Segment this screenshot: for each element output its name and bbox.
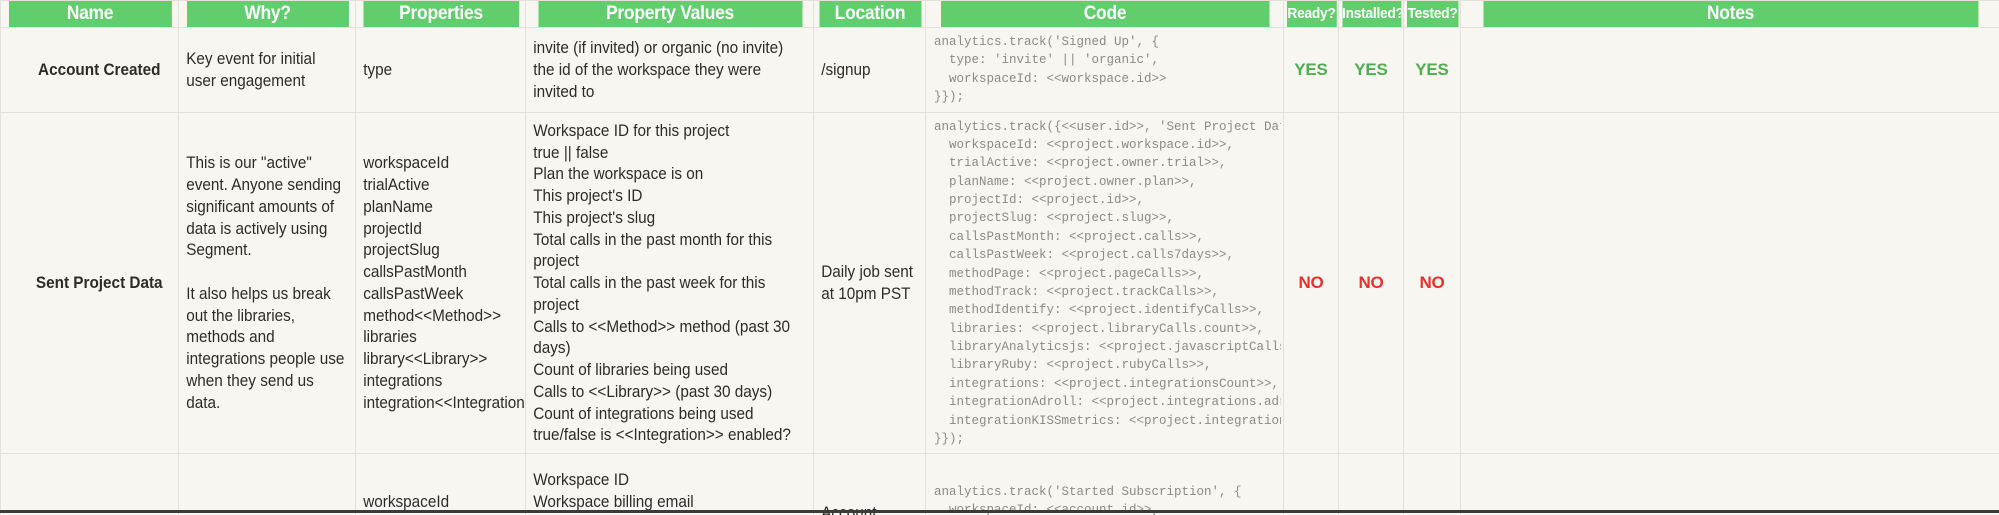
- table-header-row: Name Why? Properties Property Values Loc…: [1, 0, 1999, 28]
- cell-why[interactable]: This is our "active" event. Anyone sendi…: [178, 111, 356, 455]
- cell-ready[interactable]: NO: [1283, 111, 1339, 455]
- cell-notes[interactable]: [1460, 111, 1999, 455]
- column-header-installed[interactable]: Installed?: [1340, 0, 1402, 28]
- cell-notes[interactable]: [1460, 27, 1999, 113]
- cell-tested[interactable]: NO: [1403, 111, 1461, 455]
- code-snippet: analytics.track({<<user.id>>, 'Sent Proj…: [934, 119, 1281, 446]
- cell-location[interactable]: Daily job sent at 10pm PST: [813, 111, 926, 455]
- column-header-properties[interactable]: Properties: [361, 0, 520, 28]
- cell-code[interactable]: analytics.track({<<user.id>>, 'Sent Proj…: [925, 111, 1284, 455]
- notes-text: [1462, 279, 1999, 287]
- cell-tested[interactable]: YES: [1403, 27, 1461, 113]
- cell-location[interactable]: /signup: [813, 27, 926, 113]
- cell-tested[interactable]: NO: [1403, 453, 1461, 515]
- column-header-code[interactable]: Code: [939, 0, 1270, 28]
- cell-ready[interactable]: NO: [1283, 453, 1339, 515]
- property-values-text: Workspace ID Workspace billing email Pla…: [533, 470, 784, 515]
- event-tracking-plan-table: Name Why? Properties Property Values Loc…: [0, 0, 1999, 515]
- cell-properties[interactable]: type: [355, 27, 526, 113]
- notes-text: [1462, 66, 1999, 74]
- property-values-text: invite (if invited) or organic (no invit…: [533, 38, 784, 101]
- spreadsheet-canvas: Name Why? Properties Property Values Loc…: [0, 0, 1999, 515]
- cell-name[interactable]: Subscription Started: [0, 453, 179, 515]
- cell-code[interactable]: analytics.track('Signed Up', { type: 'in…: [925, 27, 1284, 113]
- cell-name[interactable]: Account Created: [0, 27, 179, 113]
- column-header-location[interactable]: Location: [817, 0, 922, 28]
- column-header-property-values[interactable]: Property Values: [536, 0, 803, 28]
- column-header-notes[interactable]: Notes: [1481, 0, 1979, 28]
- table-row[interactable]: Subscription Started Final step of activ…: [0, 453, 1999, 515]
- cell-notes[interactable]: [1460, 453, 1999, 515]
- table-row[interactable]: Sent Project Data This is our "active" e…: [0, 111, 1999, 455]
- location-text: Daily job sent at 10pm PST: [821, 262, 914, 303]
- column-header-why[interactable]: Why?: [185, 0, 349, 28]
- event-name-text: Account Created: [38, 59, 161, 79]
- why-text: Key event for initial user engagement: [186, 49, 316, 90]
- cell-property-values[interactable]: invite (if invited) or organic (no invit…: [525, 27, 814, 113]
- location-text: /signup: [821, 59, 871, 79]
- cell-installed[interactable]: NO: [1338, 111, 1404, 455]
- cell-code[interactable]: analytics.track('Started Subscription', …: [925, 453, 1284, 515]
- cell-location[interactable]: Account billing settings page controller…: [813, 453, 926, 515]
- table-row[interactable]: Account Created Key event for initial us…: [0, 27, 1999, 113]
- property-values-text: Workspace ID for this project true || fa…: [533, 120, 791, 445]
- table-body: Account Created Key event for initial us…: [0, 27, 1999, 515]
- column-header-name[interactable]: Name: [7, 0, 172, 28]
- bottom-edge-rule: [0, 510, 1999, 513]
- column-header-tested[interactable]: Tested?: [1405, 0, 1459, 28]
- cell-why[interactable]: Final step of activation funnel!: [178, 453, 356, 515]
- cell-installed[interactable]: YES: [1338, 27, 1404, 113]
- cell-properties[interactable]: workspaceId trialActive planName project…: [355, 111, 526, 455]
- cell-properties[interactable]: workspaceId billingEmail previousPlanNam…: [355, 453, 526, 515]
- cell-name[interactable]: Sent Project Data: [0, 111, 179, 455]
- event-name-text: Sent Project Data: [35, 273, 163, 292]
- cell-ready[interactable]: YES: [1283, 27, 1339, 113]
- cell-installed[interactable]: NO: [1338, 453, 1404, 515]
- column-header-ready[interactable]: Ready?: [1285, 0, 1337, 28]
- code-snippet: analytics.track('Signed Up', { type: 'in…: [934, 35, 1167, 105]
- cell-why[interactable]: Key event for initial user engagement: [178, 27, 356, 113]
- why-text: This is our "active" event. Anyone sendi…: [186, 153, 345, 412]
- cell-property-values[interactable]: Workspace ID Workspace billing email Pla…: [525, 453, 814, 515]
- cell-property-values[interactable]: Workspace ID for this project true || fa…: [525, 111, 814, 455]
- properties-text: workspaceId trialActive planName project…: [363, 153, 526, 412]
- properties-text: type: [363, 59, 393, 79]
